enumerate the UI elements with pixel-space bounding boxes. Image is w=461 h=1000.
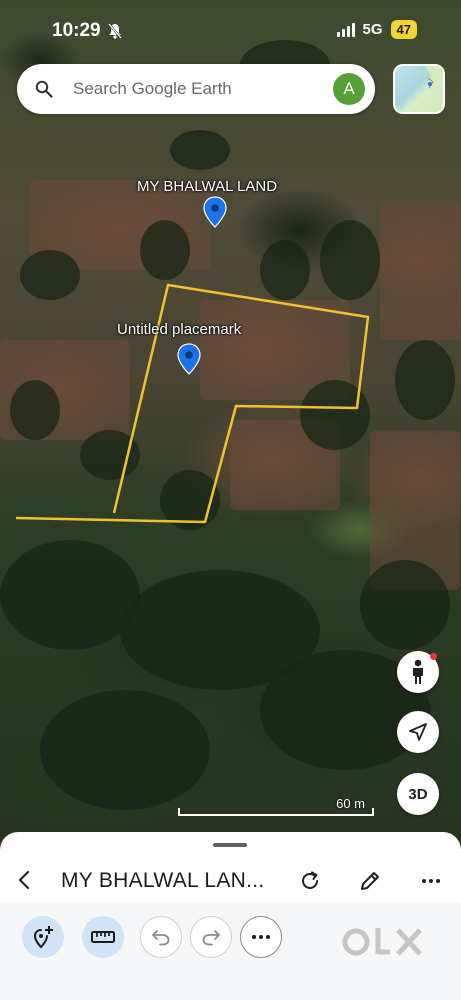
bell-muted-icon: [108, 23, 122, 39]
placemark-label-untitled: Untitled placemark: [117, 321, 242, 338]
add-placemark-icon: [33, 926, 53, 949]
refresh-icon[interactable]: [299, 870, 321, 892]
project-title: MY BHALWAL LAN...: [61, 869, 265, 892]
navigation-arrow-icon: [409, 723, 427, 741]
redo-button[interactable]: [190, 916, 232, 958]
measure-button[interactable]: [82, 916, 124, 958]
battery-indicator: 47: [390, 20, 417, 39]
pegman-icon: [413, 659, 423, 684]
more-icon: [252, 935, 270, 939]
more-tools-button[interactable]: [240, 916, 282, 958]
scale-bar: [178, 808, 374, 816]
ruler-icon: [91, 931, 115, 943]
placemark-pin-icon[interactable]: [203, 196, 227, 228]
boundary-polygon: [15, 283, 370, 524]
search-bar[interactable]: A: [17, 64, 375, 114]
account-avatar[interactable]: A: [333, 73, 365, 105]
minimap-thumbnail[interactable]: [393, 64, 445, 114]
search-input[interactable]: [73, 76, 323, 102]
placemark-label-bhalwal: MY BHALWAL LAND: [137, 178, 278, 195]
street-view-button[interactable]: [397, 651, 439, 693]
undo-icon: [152, 930, 170, 946]
satellite-map[interactable]: [0, 0, 461, 840]
status-bar: 10:29 5G 47: [0, 0, 461, 60]
search-icon: [35, 80, 53, 98]
drag-handle[interactable]: [213, 843, 247, 847]
toggle-3d-button[interactable]: 3D: [397, 773, 439, 815]
placemark-pin-icon[interactable]: [177, 343, 201, 375]
add-placemark-button[interactable]: [22, 916, 64, 958]
my-location-button[interactable]: [397, 711, 439, 753]
signal-icon: [336, 22, 355, 37]
network-type: 5G: [362, 21, 383, 38]
edit-pencil-icon[interactable]: [359, 870, 381, 892]
undo-button[interactable]: [140, 916, 182, 958]
minimap-icon: [425, 66, 443, 112]
redo-icon: [202, 930, 220, 946]
more-horizontal-icon[interactable]: [420, 870, 442, 892]
status-time: 10:29: [52, 20, 101, 41]
olx-watermark-logo: [342, 928, 422, 956]
back-chevron-icon[interactable]: [14, 870, 34, 890]
notification-dot: [430, 653, 437, 660]
